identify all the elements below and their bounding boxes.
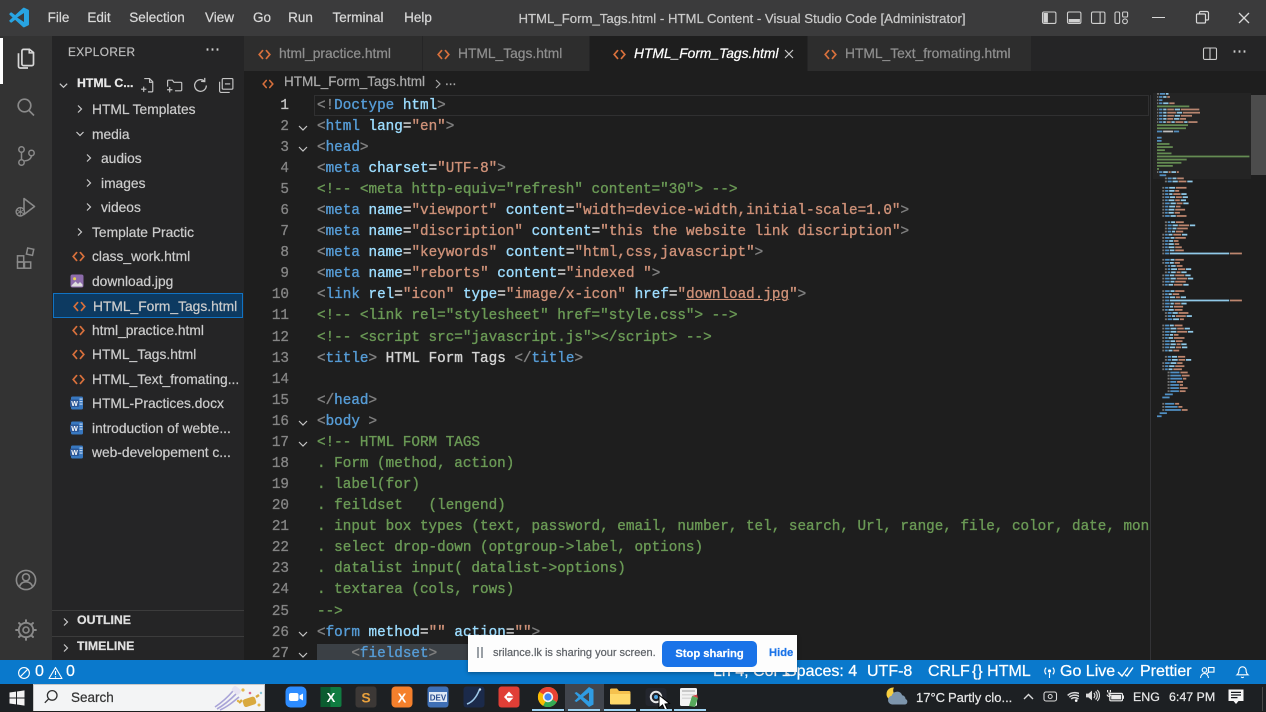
svg-text:W: W [71,450,78,457]
svg-text:W: W [71,401,78,408]
svg-text:DEV: DEV [430,694,447,703]
svg-text:S: S [361,690,370,706]
svg-text:X: X [327,690,336,705]
svg-text:W: W [71,425,78,432]
svg-text:X: X [398,691,407,706]
